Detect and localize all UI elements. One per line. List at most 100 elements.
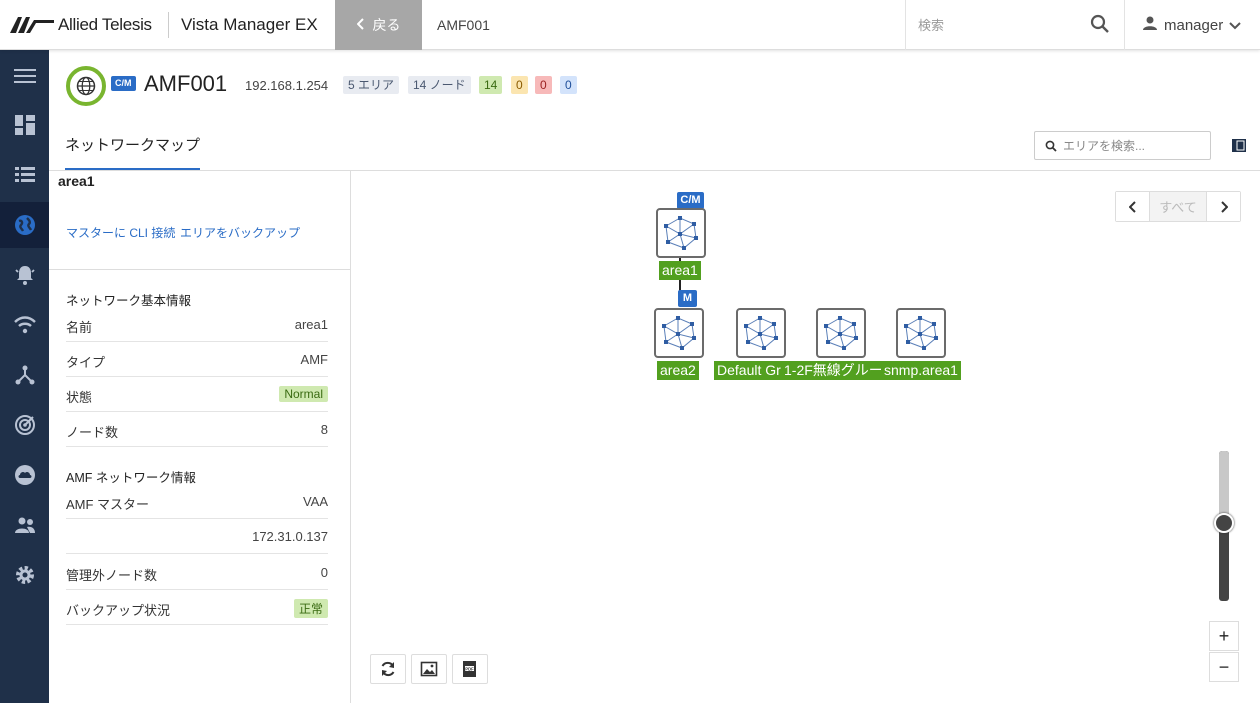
area-label[interactable]: 1-2F無線グルー — [781, 361, 883, 380]
info-row: バックアップ状況 正常 — [66, 590, 328, 625]
chevron-right-icon — [1220, 200, 1228, 213]
cloud-icon[interactable] — [0, 452, 49, 498]
backup-status-badge: 正常 — [293, 599, 328, 618]
network-cluster-icon — [662, 316, 696, 350]
row-value: area1 — [294, 317, 328, 332]
area-label[interactable]: area1 — [659, 261, 701, 280]
info-count-chip[interactable]: 0 — [560, 76, 577, 94]
warning-count-chip[interactable]: 0 — [511, 76, 528, 94]
breadcrumb[interactable]: AMF001 — [437, 17, 490, 33]
info-row: 状態 Normal — [66, 377, 328, 412]
normal-count-chip[interactable]: 14 — [479, 76, 503, 94]
area-search — [1034, 131, 1211, 160]
chevron-down-icon — [1229, 17, 1241, 34]
svg-text:PDF: PDF — [465, 666, 474, 671]
row-value: 172.31.0.137 — [252, 529, 328, 544]
area-label[interactable]: snmp.area1 — [881, 361, 961, 380]
map-links — [679, 257, 681, 293]
row-value: VAA — [302, 494, 328, 509]
search-input[interactable] — [918, 14, 1078, 36]
row-key: 名前 — [66, 320, 93, 335]
prev-button[interactable] — [1116, 192, 1149, 221]
panel-toggle-icon[interactable] — [1232, 139, 1246, 155]
refresh-icon — [381, 661, 395, 677]
brand-mark-icon — [10, 17, 54, 33]
image-icon — [420, 661, 438, 677]
divider — [49, 269, 350, 270]
allied-telesis-logo[interactable]: Allied Telesis — [10, 14, 152, 36]
area-node-snmp-area1[interactable] — [896, 308, 946, 358]
node-count-chip: 14 ノード — [408, 76, 471, 94]
row-value: 8 — [320, 422, 328, 437]
row-key: 管理外ノード数 — [66, 568, 158, 583]
brand-name: Allied Telesis — [58, 15, 152, 34]
network-map[interactable]: C/M area1 M area2 Default Gr 1-2F無線グルー s… — [352, 171, 1260, 703]
row-key: タイプ — [66, 355, 106, 370]
area-search-input[interactable] — [1063, 137, 1203, 155]
gear-icon[interactable] — [0, 552, 49, 598]
zoom-in-button[interactable]: + — [1209, 621, 1239, 651]
info-row: 172.31.0.137 — [66, 519, 328, 554]
page-title: AMF001 — [144, 71, 228, 96]
area-label[interactable]: Default Gr — [714, 361, 786, 380]
list-icon[interactable] — [0, 152, 49, 198]
back-button[interactable]: 戻る — [335, 0, 422, 50]
info-row: ノード数 8 — [66, 412, 328, 447]
row-key: AMF マスター — [66, 497, 150, 512]
row-value: AMF — [300, 352, 328, 367]
menu-icon[interactable] — [0, 53, 49, 99]
area-node-default-group[interactable] — [736, 308, 786, 358]
info-row: AMF マスター VAA — [66, 484, 328, 519]
zoom-track-upper — [1219, 451, 1229, 521]
export-pdf-button[interactable]: PDF — [452, 654, 488, 684]
cm-role-badge: C/M — [111, 76, 136, 91]
network-cluster-icon — [904, 316, 938, 350]
info-row: 名前 area1 — [66, 307, 328, 342]
row-key: バックアップ状況 — [66, 603, 171, 618]
search-icon — [1045, 140, 1057, 155]
user-name: manager — [1164, 16, 1224, 34]
area-node-area2[interactable] — [654, 308, 704, 358]
search-icon[interactable] — [1090, 14, 1110, 37]
area-label[interactable]: area2 — [657, 361, 699, 380]
divider — [168, 12, 169, 38]
row-value: 0 — [320, 565, 328, 580]
dashboard-icon[interactable] — [0, 102, 49, 148]
cli-connect-link[interactable]: マスターに CLI 接続 — [66, 224, 175, 241]
zoom-slider-handle[interactable] — [1214, 513, 1234, 533]
area-pager: すべて — [1115, 191, 1241, 222]
export-image-button[interactable] — [411, 654, 447, 684]
network-cluster-icon — [664, 216, 698, 250]
network-cluster-icon — [744, 316, 778, 350]
status-ring — [66, 66, 106, 106]
row-key: 状態 — [66, 390, 93, 405]
area-node-wireless-group[interactable] — [816, 308, 866, 358]
wifi-icon[interactable] — [0, 302, 49, 348]
status-badge: Normal — [279, 386, 328, 402]
refresh-button[interactable] — [370, 654, 406, 684]
row-key: ノード数 — [66, 425, 119, 440]
show-all-button[interactable]: すべて — [1149, 192, 1207, 221]
info-row: タイプ AMF — [66, 342, 328, 377]
info-row: 管理外ノード数 0 — [66, 555, 328, 590]
page-header: C/M AMF001 192.168.1.254 5 エリア 14 ノード 14… — [49, 50, 1260, 171]
globe-icon[interactable] — [0, 202, 49, 248]
topology-icon[interactable] — [0, 352, 49, 398]
next-button[interactable] — [1207, 192, 1240, 221]
area-backup-link[interactable]: エリアをバックアップ — [180, 224, 300, 241]
tab-network-map[interactable]: ネットワークマップ — [65, 134, 201, 170]
top-bar: Allied Telesis Vista Manager EX 戻る AMF00… — [0, 0, 1260, 50]
area-detail-panel: area1 マスターに CLI 接続 エリアをバックアップ ネットワーク基本情報… — [49, 171, 351, 703]
alarm-bell-icon[interactable] — [0, 252, 49, 298]
error-count-chip[interactable]: 0 — [535, 76, 552, 94]
area-name: area1 — [58, 173, 95, 189]
users-icon[interactable] — [0, 502, 49, 548]
zoom-out-button[interactable]: − — [1209, 652, 1239, 682]
network-cluster-icon — [824, 316, 858, 350]
master-badge: M — [678, 290, 697, 307]
area-node-area1[interactable] — [656, 208, 706, 258]
product-name: Vista Manager EX — [181, 15, 318, 34]
radar-icon[interactable] — [0, 402, 49, 448]
user-icon — [1142, 15, 1158, 35]
user-menu[interactable]: manager — [1142, 15, 1241, 35]
